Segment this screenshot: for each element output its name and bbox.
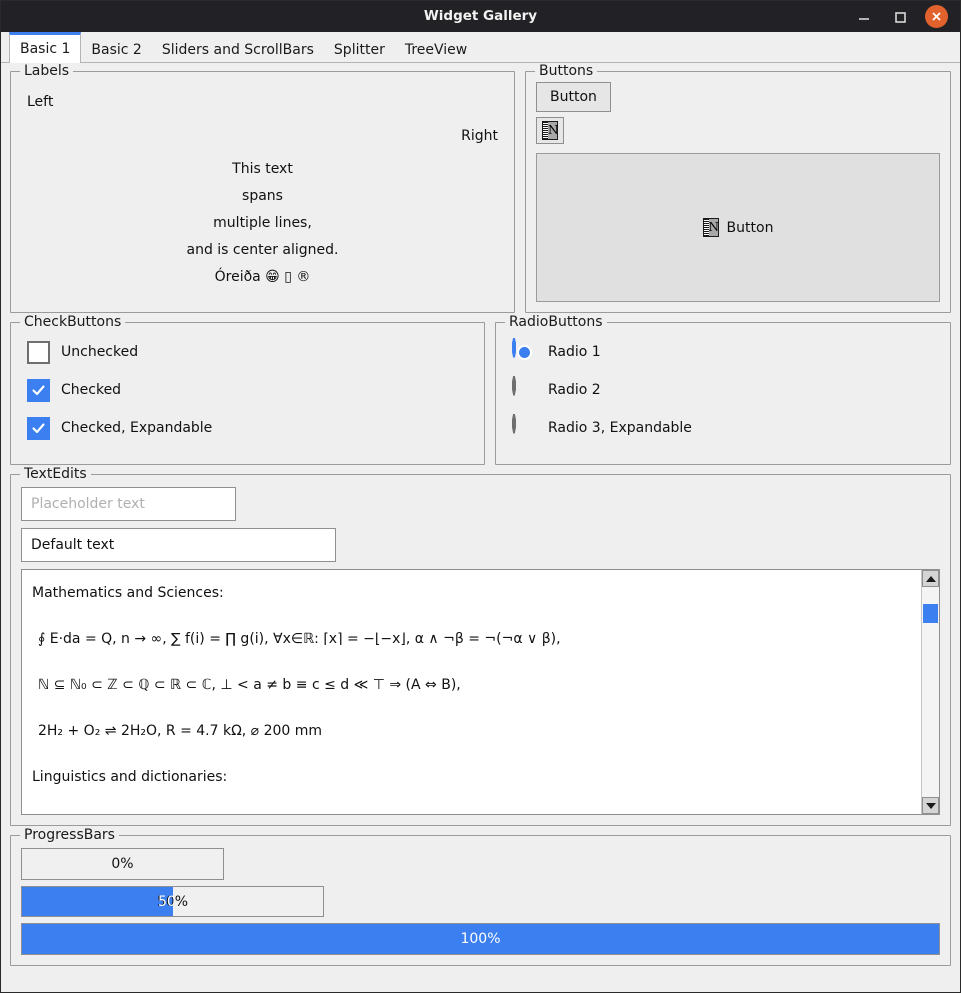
missing-image-icon-letter: N	[548, 122, 559, 139]
group-progressbars-title: ProgressBars	[20, 827, 119, 843]
window-title: Widget Gallery	[423, 8, 538, 24]
textarea-line: Mathematics and Sciences:	[32, 585, 224, 601]
textarea-line: 2H₂ + O₂ ⇌ 2H₂O, R = 4.7 kΩ, ⌀ 200 mm	[38, 723, 323, 739]
checkbutton-label: Unchecked	[61, 344, 139, 360]
radio-outline	[512, 337, 516, 358]
radio-dot	[517, 344, 532, 360]
radio-outline	[512, 413, 516, 434]
label-center-line: This text	[232, 161, 293, 177]
textarea[interactable]: Mathematics and Sciences: ∮ E·da = Q, n …	[22, 570, 921, 814]
tab-splitter[interactable]: Splitter	[324, 32, 395, 62]
arrow-down-icon	[925, 802, 936, 809]
label-right: Right	[461, 128, 498, 144]
radiobutton-1[interactable]: Radio 1	[506, 333, 940, 371]
title-bar: Widget Gallery	[1, 1, 960, 32]
textarea-line: ℕ ⊆ ℕ₀ ⊂ ℤ ⊂ ℚ ⊂ ℝ ⊂ ℂ, ⊥ < a ≠ b ≡ c ≤ …	[38, 677, 461, 693]
minimize-icon[interactable]	[853, 6, 875, 28]
missing-image-icon: N	[542, 121, 559, 140]
tab-basic-2[interactable]: Basic 2	[81, 32, 151, 62]
close-icon[interactable]	[925, 5, 948, 28]
flat-button-label: Button	[726, 219, 774, 236]
default-text-input[interactable]: Default text	[21, 528, 336, 562]
progressbar-50: 50% 50%	[21, 885, 324, 918]
tab-bar: Basic 1 Basic 2 Sliders and ScrollBars S…	[1, 32, 960, 63]
flat-button-frame[interactable]: N Button	[536, 153, 940, 302]
arrow-up-icon	[925, 575, 936, 582]
checkbox-checked-icon[interactable]	[27, 416, 50, 440]
textarea-vertical-scrollbar[interactable]	[921, 570, 939, 814]
row-labels-buttons: Labels Left Right This text spans multip…	[10, 63, 951, 313]
icon-button[interactable]: N	[536, 117, 564, 144]
window-controls	[853, 5, 960, 28]
radiobutton-label: Radio 2	[548, 382, 601, 398]
radio-selected-icon[interactable]	[512, 337, 537, 365]
label-center-line: and is center aligned.	[186, 242, 339, 258]
tab-treeview[interactable]: TreeView	[395, 32, 477, 62]
radiobutton-label: Radio 1	[548, 344, 601, 360]
group-labels: Labels Left Right This text spans multip…	[10, 63, 515, 313]
group-progressbars: ProgressBars 0% 50% 50% 100%	[10, 827, 951, 966]
placeholder-input[interactable]: Placeholder text	[21, 487, 236, 521]
scrollbar-track[interactable]	[922, 587, 939, 797]
group-textedits: TextEdits Placeholder text Default text …	[10, 466, 951, 826]
group-radiobuttons-title: RadioButtons	[505, 314, 607, 330]
label-left: Left	[27, 94, 54, 110]
label-center-line: multiple lines,	[213, 215, 312, 231]
main-window: Widget Gallery Basic 1 Basic 2 Sliders a…	[0, 0, 961, 993]
group-radiobuttons: RadioButtons Radio 1 Radio 2 Radio 3, Ex…	[495, 314, 951, 465]
checkbox-icon[interactable]	[27, 340, 50, 364]
radiobutton-3[interactable]: Radio 3, Expandable	[506, 409, 940, 447]
tab-page-basic-1: Labels Left Right This text spans multip…	[1, 63, 960, 992]
group-buttons-title: Buttons	[535, 63, 598, 79]
missing-image-icon-letter: N	[708, 219, 720, 236]
missing-image-icon: N	[702, 218, 720, 237]
group-labels-title: Labels	[20, 63, 74, 79]
textarea-line: Linguistics and dictionaries:	[32, 769, 228, 785]
scrollbar-thumb[interactable]	[923, 604, 938, 623]
checkbutton-checked[interactable]: Checked	[21, 371, 474, 409]
textarea-wrapper: Mathematics and Sciences: ∮ E·da = Q, n …	[21, 569, 940, 815]
maximize-icon[interactable]	[889, 6, 911, 28]
push-button[interactable]: Button	[536, 82, 611, 112]
radio-outline	[512, 375, 516, 396]
row-checks-radios: CheckButtons Unchecked Checked Checked, …	[10, 314, 951, 465]
progressbar-100: 100%	[21, 923, 940, 956]
scroll-down-button[interactable]	[922, 797, 939, 814]
checkbox-checked-icon[interactable]	[27, 378, 50, 402]
progressbar-label-overlay: 50%	[22, 887, 174, 917]
group-checkbuttons-title: CheckButtons	[20, 314, 126, 330]
label-center-line-unicode: Óreiða 😁 ▯ ®	[214, 269, 311, 285]
checkbutton-unchecked[interactable]: Unchecked	[21, 333, 474, 371]
radiobutton-label: Radio 3, Expandable	[548, 420, 692, 436]
progressbar-label: 100%	[460, 931, 501, 948]
group-textedits-title: TextEdits	[20, 466, 91, 482]
progressbar-label-overlay-text: 50%	[157, 893, 174, 910]
checkbutton-label: Checked	[61, 382, 122, 398]
progressbar-label: 0%	[111, 855, 134, 872]
label-center-multiline: This text spans multiple lines, and is c…	[21, 144, 504, 291]
group-checkbuttons: CheckButtons Unchecked Checked Checked, …	[10, 314, 485, 465]
textarea-line: ∮ E·da = Q, n → ∞, ∑ f(i) = ∏ g(i), ∀x∈ℝ…	[38, 631, 561, 647]
radiobutton-2[interactable]: Radio 2	[506, 371, 940, 409]
tab-basic-1[interactable]: Basic 1	[9, 32, 82, 63]
checkbutton-checked-expandable[interactable]: Checked, Expandable	[21, 409, 474, 447]
radio-icon[interactable]	[512, 375, 537, 403]
radio-icon[interactable]	[512, 413, 537, 441]
checkbutton-label: Checked, Expandable	[61, 420, 213, 436]
group-buttons: Buttons Button N N Button	[525, 63, 951, 313]
label-center-line: spans	[242, 188, 283, 204]
scroll-up-button[interactable]	[922, 570, 939, 587]
tab-sliders-and-scrollbars[interactable]: Sliders and ScrollBars	[152, 32, 324, 62]
progressbar-0: 0%	[21, 848, 224, 880]
